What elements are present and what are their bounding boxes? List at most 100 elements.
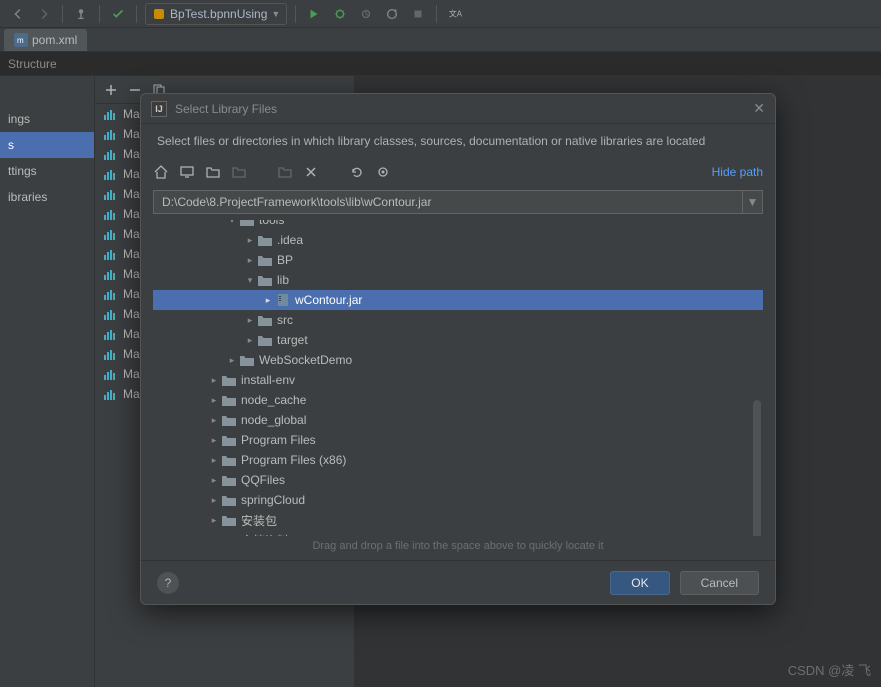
tree-folder-item[interactable]: ▸Program Files (x86) (153, 450, 763, 470)
build-icon[interactable] (108, 4, 128, 24)
chevron-right-icon[interactable]: ▸ (243, 235, 257, 246)
library-label: Ma (123, 367, 140, 381)
tree-item-label: 文档资料 (241, 532, 289, 537)
tree-item-label: tools (259, 220, 284, 227)
chevron-down-icon[interactable]: ▾ (243, 275, 257, 286)
tree-folder-item[interactable]: ▸ 安装包 (153, 510, 763, 530)
run-configuration-selector[interactable]: BpTest.bpnnUsing ▼ (145, 3, 287, 25)
back-icon[interactable] (8, 4, 28, 24)
tree-folder-item[interactable]: ▸ node_cache (153, 390, 763, 410)
tree-jar-item[interactable]: ▸wContour.jar (153, 290, 763, 310)
tree-folder-item[interactable]: ▸Program Files (153, 430, 763, 450)
tree-folder-item[interactable]: ▸target (153, 330, 763, 350)
project-icon[interactable] (205, 164, 221, 180)
chevron-right-icon[interactable]: ▸ (207, 515, 221, 526)
structure-panel-header: Structure (0, 52, 881, 76)
file-tab-label: pom.xml (32, 33, 77, 47)
library-label: Ma (123, 187, 140, 201)
separator (99, 5, 100, 23)
folder-icon (221, 533, 237, 536)
sidebar-item-1[interactable]: s (0, 132, 94, 158)
tree-folder-item[interactable]: ▸node_global (153, 410, 763, 430)
intellij-icon: IJ (151, 101, 167, 117)
delete-icon[interactable] (303, 164, 319, 180)
module-icon[interactable] (231, 164, 247, 180)
folder-icon (257, 273, 273, 287)
folder-icon (221, 493, 237, 507)
close-icon[interactable]: ✕ (753, 100, 765, 117)
profile-icon[interactable] (382, 4, 402, 24)
chevron-right-icon[interactable]: ▸ (207, 375, 221, 386)
tree-folder-item[interactable]: ▾lib (153, 270, 763, 290)
tree-folder-item[interactable]: ▸ 文档资料 (153, 530, 763, 536)
file-tab-pom[interactable]: m pom.xml (4, 29, 87, 51)
tree-item-label: .idea (277, 233, 303, 247)
chevron-right-icon[interactable]: ▸ (243, 315, 257, 326)
translate-icon[interactable]: 文A (445, 4, 465, 24)
chevron-right-icon[interactable]: ▸ (261, 295, 275, 306)
chevron-right-icon[interactable]: ▸ (207, 495, 221, 506)
folder-icon (257, 333, 273, 347)
chevron-right-icon[interactable]: ▸ (243, 255, 257, 266)
chevron-right-icon[interactable]: ▸ (207, 535, 221, 537)
library-label: Ma (123, 307, 140, 321)
ok-button[interactable]: OK (610, 571, 669, 595)
library-icon (103, 347, 117, 361)
chevron-right-icon[interactable]: ▸ (207, 475, 221, 486)
select-library-files-dialog: IJ Select Library Files ✕ Select files o… (140, 93, 776, 605)
chevron-right-icon[interactable]: ▸ (207, 455, 221, 466)
folder-icon (221, 453, 237, 467)
add-icon[interactable] (103, 82, 119, 98)
tree-folder-item[interactable]: ▸install-env (153, 370, 763, 390)
tree-folder-item[interactable]: ▸springCloud (153, 490, 763, 510)
tree-folder-item[interactable]: ▸ QQFiles (153, 470, 763, 490)
tree-folder-item[interactable]: ▸ .idea (153, 230, 763, 250)
svg-text:文A: 文A (449, 8, 462, 18)
hide-path-link[interactable]: Hide path (712, 165, 763, 179)
library-label: Ma (123, 127, 140, 141)
vcs-icon[interactable] (71, 4, 91, 24)
chevron-down-icon: ▼ (271, 9, 280, 19)
path-input[interactable] (154, 195, 742, 209)
tree-folder-item[interactable]: ▸ BP (153, 250, 763, 270)
file-tree[interactable]: ▾ tools ▸ .idea ▸ BP ▾lib▸wContour.jar▸src▸tar… (153, 220, 763, 536)
tree-item-label: WebSocketDemo (259, 353, 352, 367)
chevron-right-icon[interactable]: ▸ (243, 335, 257, 346)
tree-item-label: QQFiles (241, 473, 285, 487)
dialog-buttons: ? OK Cancel (141, 560, 775, 604)
sidebar-item-0[interactable]: ings (0, 106, 94, 132)
desktop-icon[interactable] (179, 164, 195, 180)
cancel-button[interactable]: Cancel (680, 571, 759, 595)
folder-icon (221, 433, 237, 447)
tree-item-label: node_cache (241, 393, 306, 407)
library-icon (103, 167, 117, 181)
tree-item-label: BP (277, 253, 293, 267)
run-icon[interactable] (304, 4, 324, 24)
chevron-right-icon[interactable]: ▸ (225, 355, 239, 366)
home-icon[interactable] (153, 164, 169, 180)
chevron-right-icon[interactable]: ▸ (207, 395, 221, 406)
chevron-right-icon[interactable]: ▸ (207, 415, 221, 426)
debug-icon[interactable] (330, 4, 350, 24)
show-hidden-icon[interactable] (375, 164, 391, 180)
new-folder-icon[interactable] (277, 164, 293, 180)
chevron-right-icon[interactable]: ▸ (207, 435, 221, 446)
sidebar-item-2[interactable]: ttings (0, 158, 94, 184)
main-toolbar: BpTest.bpnnUsing ▼ 文A (0, 0, 881, 28)
tree-item-label: 安装包 (241, 512, 277, 529)
tree-folder-item[interactable]: ▸ WebSocketDemo (153, 350, 763, 370)
refresh-icon[interactable] (349, 164, 365, 180)
scrollbar[interactable] (753, 400, 761, 536)
coverage-icon[interactable] (356, 4, 376, 24)
folder-icon (221, 393, 237, 407)
tree-folder-item[interactable]: ▸src (153, 310, 763, 330)
config-icon (152, 7, 166, 21)
library-icon (103, 107, 117, 121)
tree-folder-item[interactable]: ▾ tools (153, 220, 763, 230)
chevron-down-icon[interactable]: ▾ (225, 220, 239, 226)
sidebar-item-3[interactable]: ibraries (0, 184, 94, 210)
forward-icon[interactable] (34, 4, 54, 24)
help-icon[interactable]: ? (157, 572, 179, 594)
path-dropdown-icon[interactable]: ▼ (742, 191, 762, 213)
library-label: Ma (123, 167, 140, 181)
